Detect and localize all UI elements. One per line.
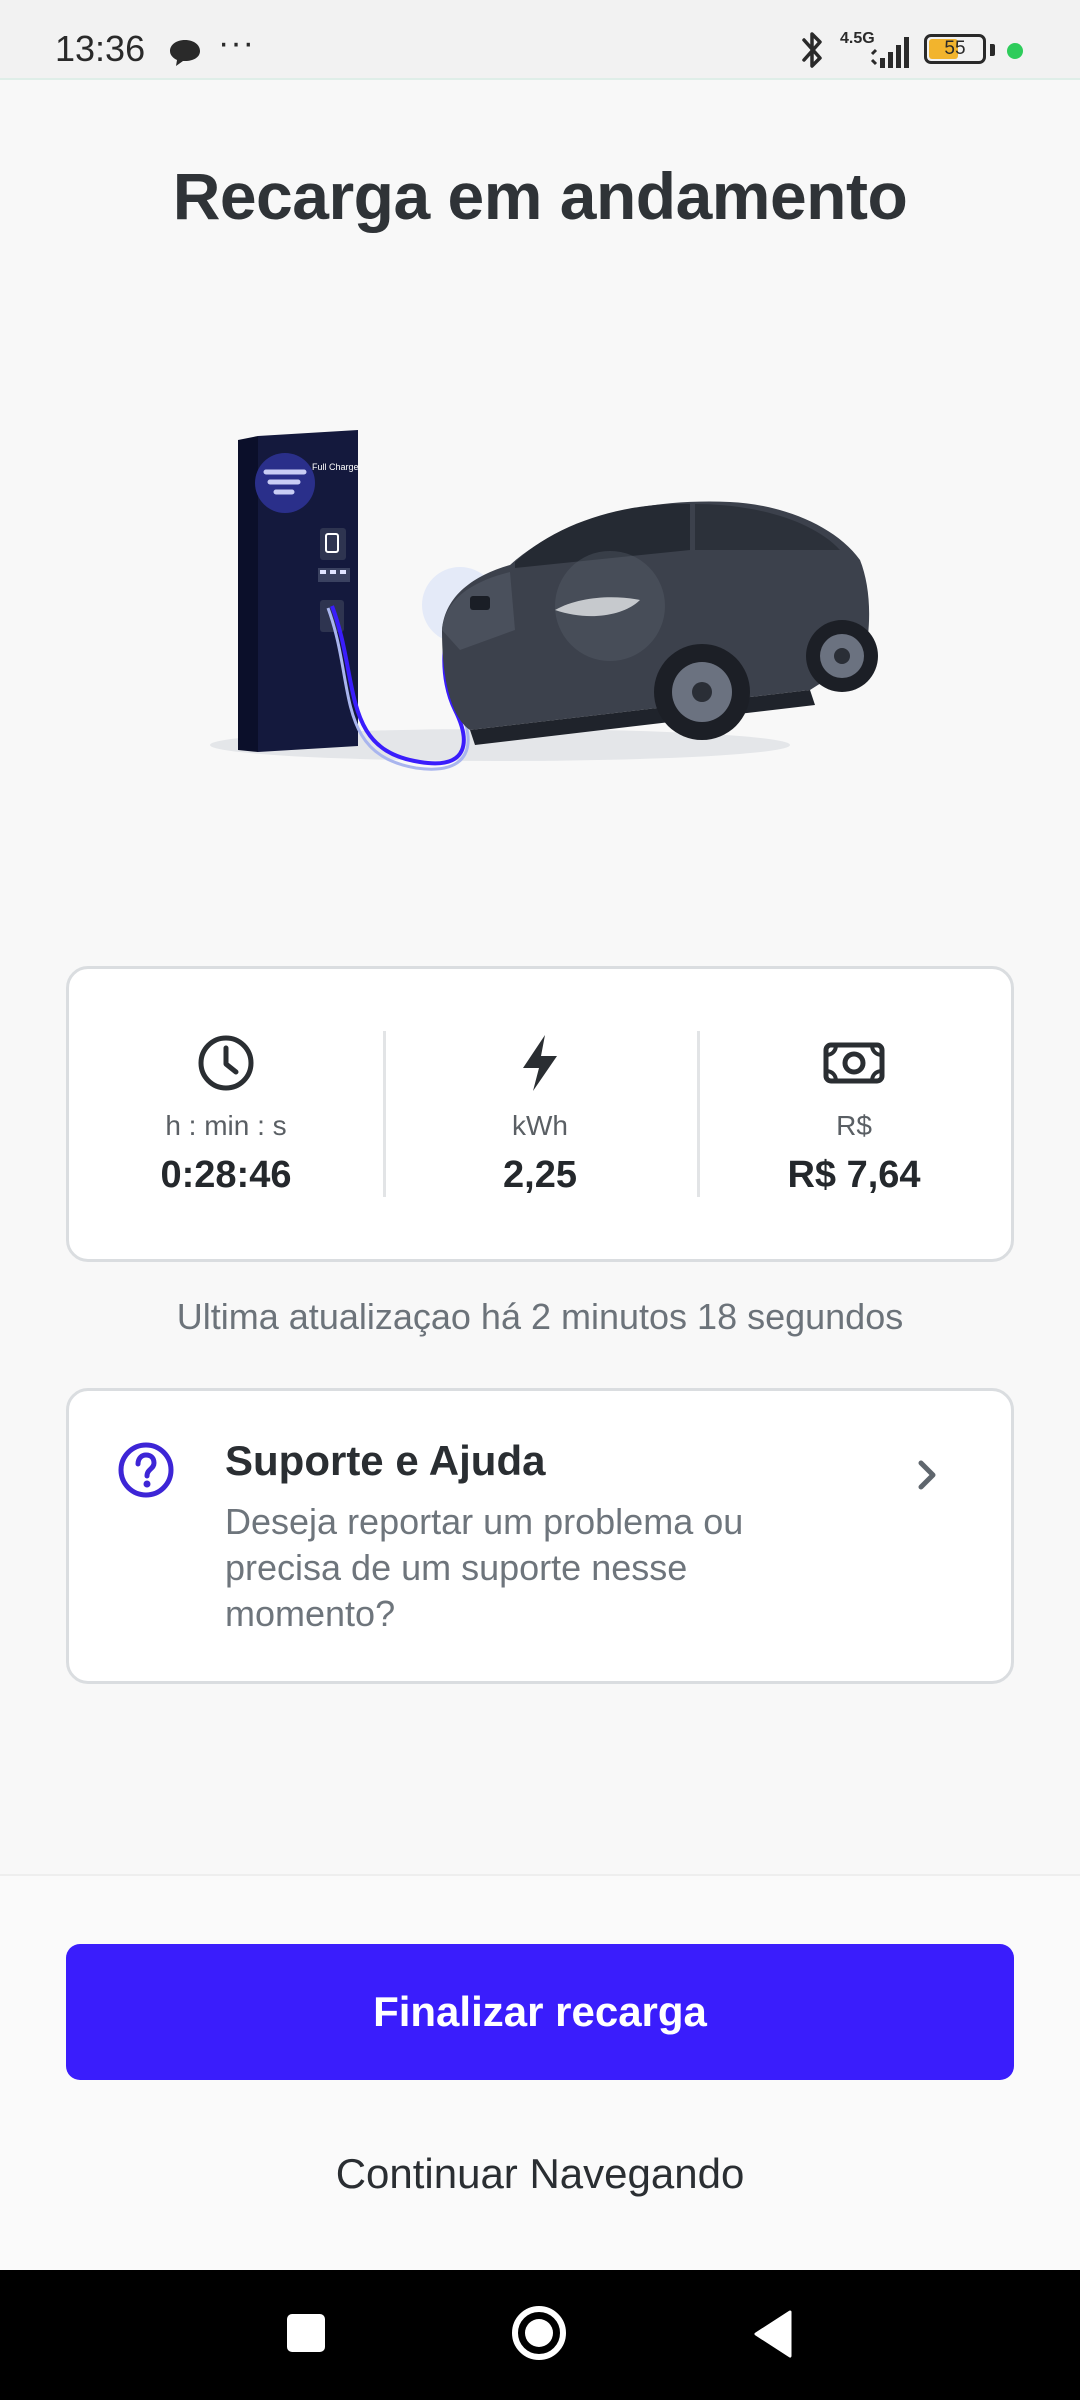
- continue-browsing-link[interactable]: Continuar Navegando: [0, 2150, 1080, 2198]
- chevron-right-icon: [918, 1460, 936, 1490]
- battery-level: 55: [944, 38, 966, 59]
- stat-cost: R$ R$ 7,64: [697, 969, 1011, 1259]
- stat-cost-label: R$: [836, 1109, 872, 1141]
- clock-icon: [198, 1035, 254, 1090]
- support-title: Suporte e Ajuda: [225, 1437, 546, 1484]
- status-bar: 13:36 ··· 4.5G 55: [0, 0, 1080, 80]
- svg-text:Full Charge: Full Charge: [312, 462, 359, 472]
- stat-energy: kWh 2,25: [383, 969, 697, 1259]
- stat-cost-value: R$ 7,64: [787, 1153, 921, 1196]
- status-time: 13:36: [55, 28, 146, 69]
- charging-station: Full Charge: [238, 430, 359, 752]
- banknote-icon: [823, 1042, 885, 1083]
- question-circle-icon: [118, 1442, 174, 1498]
- battery-icon: 55: [924, 34, 986, 64]
- finish-charging-button[interactable]: Finalizar recarga: [66, 1944, 1014, 2080]
- active-dot-icon: [1007, 43, 1023, 59]
- chat-bubble-icon: [170, 40, 200, 66]
- stat-duration-value: 0:28:46: [160, 1153, 292, 1196]
- support-description: Deseja reportar um problema ou precisa d…: [225, 1501, 744, 1634]
- recent-apps-icon[interactable]: [287, 2314, 325, 2352]
- stat-energy-value: 2,25: [503, 1153, 577, 1196]
- last-update-note: Ultima atualizaçao há 2 minutos 18 segun…: [176, 1296, 904, 1337]
- stat-duration: h : min : s 0:28:46: [69, 969, 383, 1259]
- system-nav-bar: [0, 2270, 1080, 2400]
- support-card[interactable]: Suporte e Ajuda Deseja reportar um probl…: [66, 1388, 1014, 1684]
- bluetooth-icon: [802, 32, 822, 68]
- back-icon[interactable]: [752, 2310, 792, 2358]
- home-icon[interactable]: [510, 2304, 568, 2362]
- more-dots-icon: ···: [218, 24, 255, 62]
- charging-stats-card: h : min : s 0:28:46 kWh 2,25 R$ R$ 7,64: [66, 966, 1014, 1262]
- page-title: Recarga em andamento: [172, 159, 908, 233]
- stat-energy-label: kWh: [512, 1109, 568, 1141]
- lightning-icon: [523, 1034, 557, 1091]
- stat-duration-label: h : min : s: [165, 1109, 287, 1141]
- battery-cap: [990, 44, 995, 56]
- signal-icon: [870, 37, 909, 68]
- electric-car: [442, 501, 878, 745]
- charging-illustration: Full Charge: [210, 430, 878, 771]
